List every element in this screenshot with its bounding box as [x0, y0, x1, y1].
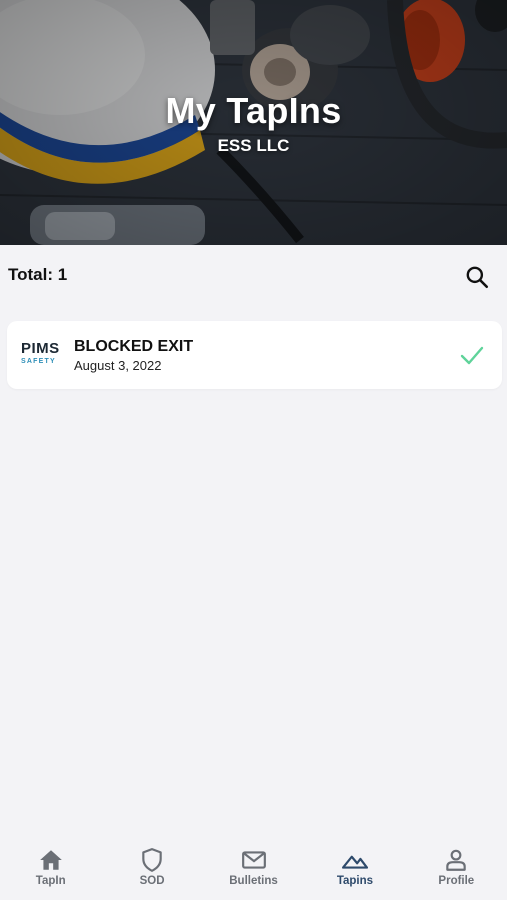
summary-bar: Total: 1 — [0, 245, 507, 305]
home-icon — [39, 850, 62, 870]
nav-item-bulletins[interactable]: Bulletins — [203, 835, 304, 900]
company-name: ESS LLC — [217, 136, 290, 155]
tapin-date: August 3, 2022 — [74, 358, 162, 373]
nav-label-profile: Profile — [438, 875, 475, 887]
shield-icon — [142, 848, 162, 872]
tapin-list-item[interactable]: PIMS SAFETY BLOCKED EXIT August 3, 2022 — [7, 321, 502, 389]
nav-label-tapin: TapIn — [35, 875, 66, 887]
nav-item-tapins[interactable]: Tapins — [304, 835, 405, 900]
search-icon — [466, 266, 489, 289]
tapin-title: BLOCKED EXIT — [74, 338, 194, 355]
bottom-navigation: TapIn SOD Bulletins Tapins Profile — [0, 835, 507, 900]
nav-label-bulletins: Bulletins — [229, 875, 278, 887]
nav-label-tapins: Tapins — [336, 875, 374, 887]
check-icon — [460, 346, 484, 365]
page-title: My TapIns — [165, 90, 342, 131]
search-button[interactable] — [462, 262, 492, 292]
logo-subtext: SAFETY — [21, 358, 56, 365]
nav-label-sod: SOD — [139, 875, 165, 887]
mail-icon — [241, 851, 266, 869]
person-icon — [446, 849, 467, 871]
total-count: Total: 1 — [8, 265, 68, 284]
mountains-icon — [341, 855, 368, 869]
nav-item-profile[interactable]: Profile — [406, 835, 507, 900]
hero-banner: My TapIns ESS LLC — [0, 0, 507, 245]
nav-item-tapin[interactable]: TapIn — [0, 835, 101, 900]
logo-text: PIMS — [21, 340, 60, 357]
nav-item-sod[interactable]: SOD — [101, 835, 202, 900]
pims-safety-logo: PIMS SAFETY — [21, 341, 61, 369]
